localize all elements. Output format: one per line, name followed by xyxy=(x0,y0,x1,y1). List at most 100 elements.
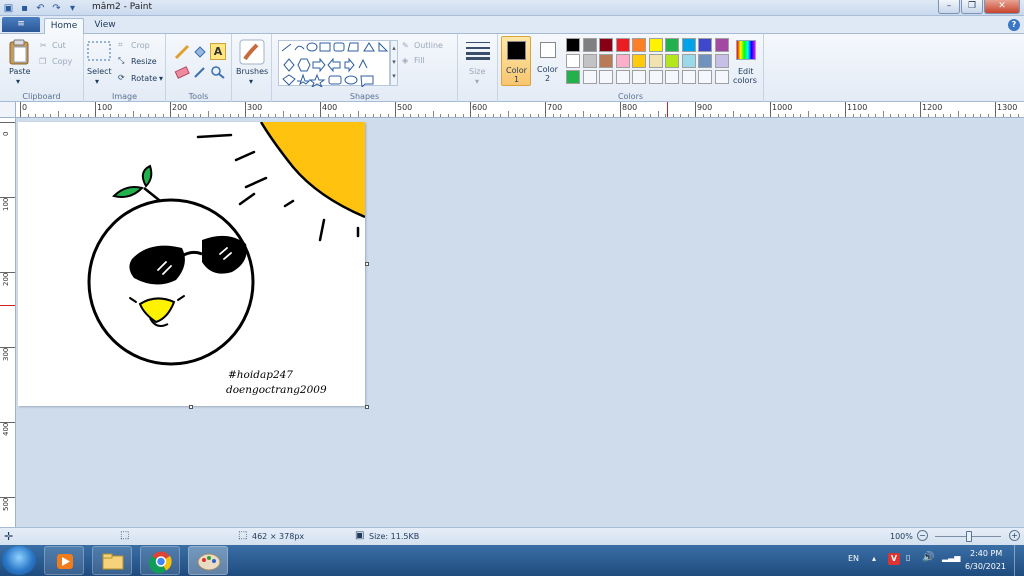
outline-icon[interactable]: ✎ xyxy=(402,41,409,50)
clock-time[interactable]: 2:40 PM xyxy=(970,549,1002,558)
minimize-button[interactable]: – xyxy=(938,0,960,14)
device-tray-icon[interactable]: ▯ xyxy=(906,553,910,562)
select-dropdown-icon[interactable]: ▾ xyxy=(95,77,99,86)
palette-swatch[interactable] xyxy=(582,54,597,68)
taskbar-chrome[interactable] xyxy=(140,546,180,575)
eraser-icon[interactable] xyxy=(174,65,190,82)
edit-colors-icon[interactable] xyxy=(736,40,756,60)
rotate-dropdown-icon[interactable]: ▾ xyxy=(159,74,163,83)
palette-swatch[interactable] xyxy=(648,70,663,84)
maximize-button[interactable]: ❐ xyxy=(961,0,983,14)
language-indicator[interactable]: EN xyxy=(848,554,859,563)
tab-view[interactable]: View xyxy=(88,18,122,34)
network-icon[interactable]: ▂▃▅ xyxy=(942,553,960,562)
palette-swatch[interactable] xyxy=(714,38,729,52)
pencil-icon[interactable] xyxy=(174,44,190,63)
palette-swatch[interactable] xyxy=(698,38,712,52)
palette-swatch[interactable] xyxy=(615,54,630,68)
color1-selector[interactable]: Color 1 xyxy=(501,36,531,86)
shapes-gallery[interactable] xyxy=(278,40,390,89)
paste-dropdown-icon[interactable]: ▾ xyxy=(16,77,20,86)
palette-swatch[interactable] xyxy=(632,70,646,84)
resize-handle-right[interactable] xyxy=(365,262,369,266)
outline-button[interactable]: Outline xyxy=(414,41,443,50)
cut-icon[interactable]: ✂ xyxy=(40,41,47,50)
resize-button[interactable]: Resize xyxy=(131,57,157,66)
volume-icon[interactable]: 🔊 xyxy=(922,552,934,563)
taskbar-paint[interactable] xyxy=(188,546,228,575)
palette-swatch[interactable] xyxy=(698,70,712,84)
paste-icon[interactable] xyxy=(9,39,29,68)
palette-swatch[interactable] xyxy=(599,54,613,68)
shapes-scroll-icon[interactable]: ▴ ▾ ▾ xyxy=(390,40,398,86)
zoom-in-button[interactable]: + xyxy=(1009,530,1020,541)
qat-dropdown-icon[interactable]: ▾ xyxy=(66,2,79,15)
fill-bucket-icon[interactable] xyxy=(192,44,208,63)
taskbar-file-explorer[interactable] xyxy=(92,546,132,575)
clock-date[interactable]: 6/30/2021 xyxy=(965,562,1006,571)
crop-icon[interactable]: ⌗ xyxy=(118,40,123,50)
palette-swatch[interactable] xyxy=(599,70,613,84)
redo-icon[interactable]: ↷ xyxy=(50,2,63,15)
taskbar-media-player[interactable] xyxy=(44,546,84,575)
line-size-icon[interactable] xyxy=(466,40,490,63)
palette-swatch[interactable] xyxy=(599,38,613,52)
palette-swatch[interactable] xyxy=(714,70,729,84)
palette-swatch[interactable] xyxy=(582,70,597,84)
color2-selector[interactable]: Color 2 xyxy=(534,36,562,86)
palette-swatch[interactable] xyxy=(681,38,696,52)
palette-swatch[interactable] xyxy=(582,38,597,52)
resize-icon[interactable]: ⤡ xyxy=(118,56,124,66)
magnifier-icon[interactable] xyxy=(210,65,226,82)
resize-handle-corner[interactable] xyxy=(365,405,369,409)
tray-expand-icon[interactable]: ▴ xyxy=(872,554,876,563)
palette-swatch[interactable] xyxy=(632,54,646,68)
palette-swatch[interactable] xyxy=(681,70,696,84)
copy-icon[interactable]: ❐ xyxy=(39,57,46,66)
text-tool-icon[interactable]: A xyxy=(210,43,226,60)
file-menu-button[interactable]: ≡ xyxy=(2,17,40,32)
palette-swatch[interactable] xyxy=(665,38,679,52)
brushes-button[interactable]: Brushes xyxy=(236,67,268,76)
help-icon[interactable]: ? xyxy=(1008,19,1020,31)
undo-icon[interactable]: ↶ xyxy=(34,2,47,15)
select-icon[interactable] xyxy=(87,41,111,64)
palette-swatch[interactable] xyxy=(615,70,630,84)
palette-swatch[interactable] xyxy=(566,70,580,84)
drawing-canvas[interactable]: #hoidap247 doengoctrang2009 xyxy=(18,121,366,406)
cut-button[interactable]: Cut xyxy=(52,41,66,50)
palette-swatch[interactable] xyxy=(648,54,663,68)
fill-icon[interactable]: ◈ xyxy=(402,56,408,65)
palette-swatch[interactable] xyxy=(615,38,630,52)
palette-swatch[interactable] xyxy=(665,54,679,68)
edit-colors-label[interactable]: Edit xyxy=(738,67,754,76)
crop-button[interactable]: Crop xyxy=(131,41,150,50)
color-picker-icon[interactable] xyxy=(192,65,208,82)
palette-swatch[interactable] xyxy=(681,54,696,68)
close-button[interactable]: ✕ xyxy=(984,0,1020,14)
rotate-icon[interactable]: ⟳ xyxy=(118,73,125,82)
palette-swatch[interactable] xyxy=(632,38,646,52)
brushes-dropdown-icon[interactable]: ▾ xyxy=(249,77,253,86)
edit-colors-label-2[interactable]: colors xyxy=(733,76,757,85)
rotate-button[interactable]: Rotate xyxy=(131,74,157,83)
brush-icon[interactable] xyxy=(239,39,265,68)
zoom-out-button[interactable]: − xyxy=(917,530,928,541)
palette-swatch[interactable] xyxy=(648,38,663,52)
zoom-slider-thumb[interactable] xyxy=(966,531,972,542)
save-icon[interactable]: ▪ xyxy=(18,2,31,15)
select-button[interactable]: Select xyxy=(87,67,112,76)
size-dropdown-icon[interactable]: ▾ xyxy=(475,77,479,86)
resize-handle-bottom[interactable] xyxy=(189,405,193,409)
tab-home[interactable]: Home xyxy=(44,18,84,34)
palette-swatch[interactable] xyxy=(566,54,580,68)
palette-swatch[interactable] xyxy=(665,70,679,84)
paste-button[interactable]: Paste xyxy=(9,67,31,76)
start-button[interactable] xyxy=(2,546,36,575)
paint-app-icon[interactable]: ▣ xyxy=(2,2,15,15)
size-button[interactable]: Size xyxy=(469,67,485,76)
fill-button[interactable]: Fill xyxy=(414,56,425,65)
palette-swatch[interactable] xyxy=(566,38,580,52)
palette-swatch[interactable] xyxy=(714,54,729,68)
copy-button[interactable]: Copy xyxy=(52,57,72,66)
